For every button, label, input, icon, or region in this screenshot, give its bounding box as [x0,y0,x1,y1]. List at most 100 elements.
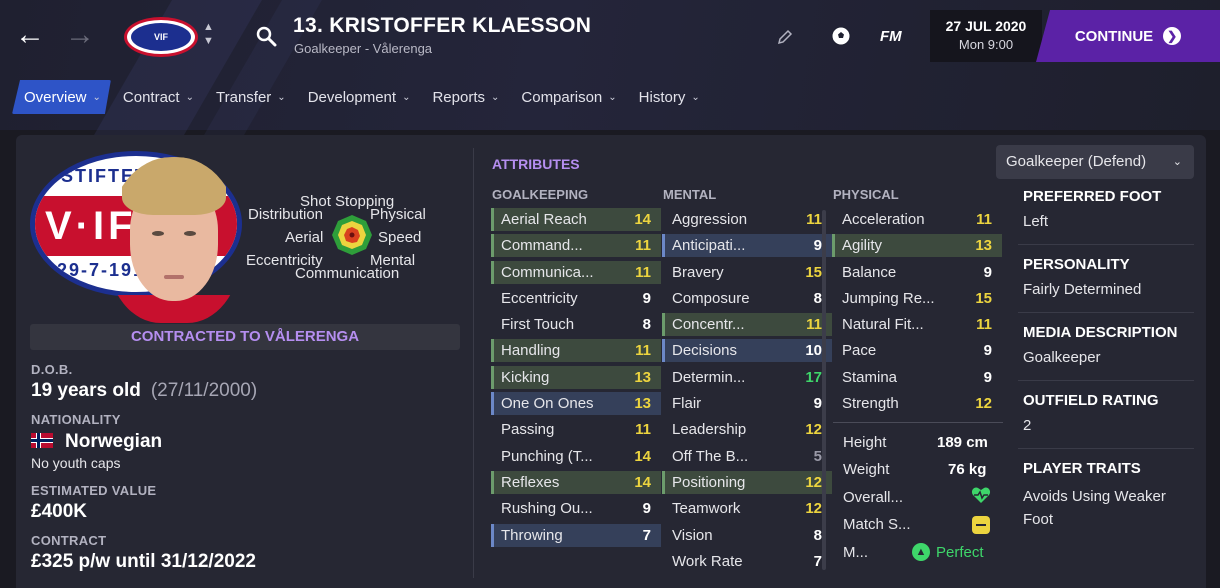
attribute-row[interactable]: Jumping Re... 15 [832,287,1002,310]
attribute-row[interactable]: Acceleration 11 [832,208,1002,231]
height-label: Height [843,434,887,451]
attribute-row[interactable]: Punching (T... 14 [491,445,661,468]
fm-logo[interactable]: FM [880,28,902,45]
role-dropdown[interactable]: Goalkeeper (Defend) ⌄ [996,145,1194,179]
chevron-down-icon: ⌄ [92,91,101,103]
attribute-row[interactable]: Balance 9 [832,261,1002,284]
attribute-row[interactable]: Throwing 7 [491,523,661,547]
attribute-row[interactable]: Rushing Ou... 9 [491,497,661,520]
attribute-row[interactable]: Positioning 12 [662,470,832,494]
attribute-row[interactable]: Handling 11 [491,339,661,363]
attribute-row[interactable]: Natural Fit... 11 [832,313,1002,336]
attribute-name: Balance [842,263,897,281]
tab-transfer[interactable]: Transfer ⌄ [204,80,296,114]
face-mouth [164,275,184,279]
tab-label: Transfer [216,88,272,106]
attribute-row[interactable]: One On Ones 13 [491,392,661,416]
attribute-name: Acceleration [842,211,925,228]
heart-pulse-icon[interactable] [971,486,991,504]
attribute-row[interactable]: Kicking 13 [491,365,661,389]
weight-label: Weight [843,461,890,478]
face-hair [122,157,226,215]
attribute-row[interactable]: Composure 8 [662,287,832,310]
attribute-row[interactable]: Vision 8 [662,524,832,547]
personality-label: PERSONALITY [1023,256,1130,273]
club-switch-chevron-icon[interactable]: ▲ ▼ [203,20,214,48]
attribute-row[interactable]: Pace 9 [832,339,1002,362]
attribute-row[interactable]: Anticipati... 9 [662,234,832,258]
attribute-name: Aggression [672,211,748,228]
attribute-row[interactable]: First Touch 8 [491,313,661,336]
attribute-name: Kicking [501,368,550,386]
attribute-row[interactable]: Aerial Reach 14 [491,208,661,231]
attribute-name: Anticipati... [672,237,746,255]
tab-development[interactable]: Development ⌄ [296,80,421,114]
tab-label: Comparison [521,88,603,106]
preferred-foot-label: PREFERRED FOOT [1023,188,1162,205]
contract-value: £325 p/w until 31/12/2022 [31,551,256,572]
attribute-value: 10 [805,342,822,360]
attribute-row[interactable]: Bravery 15 [662,261,832,284]
player-face [108,157,240,323]
football-icon[interactable] [830,25,852,47]
attribute-row[interactable]: Work Rate 7 [662,550,832,573]
attribute-name: Vision [672,526,713,544]
attribute-row[interactable]: Leadership 12 [662,418,832,441]
attribute-row[interactable]: Eccentricity 9 [491,287,661,310]
attribute-radar-chart[interactable] [331,214,373,256]
nationality-text: Norwegian [65,431,163,452]
attribute-value: 12 [805,421,822,439]
attribute-name: First Touch [501,316,575,334]
radar-label-communication: Communication [295,265,400,282]
attribute-row[interactable]: Determin... 17 [662,366,832,389]
nationality-value[interactable]: Norwegian [31,431,162,453]
tab-overview[interactable]: Overview ⌄ [12,80,111,114]
chevron-down-icon: ⌄ [1172,156,1182,168]
physical-column-bar [822,210,826,570]
back-arrow-icon[interactable]: ← [14,20,46,52]
attribute-row[interactable]: Passing 11 [491,418,661,441]
attribute-row[interactable]: Teamwork 12 [662,497,832,520]
continue-button[interactable]: CONTINUE ❯ [1036,10,1220,62]
pencil-icon[interactable] [776,28,794,46]
attribute-row[interactable]: Strength 12 [832,392,1002,415]
attribute-row[interactable]: Communica... 11 [491,260,661,284]
forward-arrow-icon[interactable]: → [64,20,96,52]
attribute-row[interactable]: Off The B... 5 [662,445,832,468]
club-logo-text: VIF [131,23,191,51]
tab-contract[interactable]: Contract ⌄ [111,80,204,114]
attribute-row[interactable]: Agility 13 [832,234,1002,258]
arrow-right-circle-icon: ❯ [1163,27,1182,45]
attribute-name: Passing [501,421,555,439]
attribute-row[interactable]: Flair 9 [662,392,832,415]
minus-status-icon[interactable] [972,516,990,534]
attribute-value: 17 [805,368,822,386]
attribute-value: 5 [813,447,822,465]
tab-history[interactable]: History ⌄ [627,80,710,114]
attributes-title: ATTRIBUTES [492,156,580,172]
attribute-row[interactable]: Command... 11 [491,234,661,258]
date-text: 27 JUL 2020 [945,18,1027,34]
attribute-value: 11 [806,316,822,334]
date-display[interactable]: 27 JUL 2020 Mon 9:00 [930,10,1042,62]
attribute-row[interactable]: Concentr... 11 [662,313,832,337]
chevron-down-icon: ⌄ [402,91,411,103]
player-traits-value[interactable]: Avoids Using Weaker Foot [1023,485,1198,531]
attribute-value: 8 [813,289,822,307]
weight-value: 76 kg [948,461,987,478]
radar-label-aerial: Aerial [285,229,324,246]
attribute-name: Teamwork [672,500,741,518]
role-text: Goalkeeper (Defend) [1006,153,1147,170]
attribute-name: Handling [501,342,561,360]
attribute-value: 11 [635,342,651,360]
attribute-row[interactable]: Stamina 9 [832,366,1002,389]
search-icon[interactable] [255,25,277,47]
morale-value[interactable]: Perfect [936,544,984,561]
tab-comparison[interactable]: Comparison ⌄ [509,80,626,114]
attribute-row[interactable]: Aggression 11 [662,208,832,231]
club-logo[interactable]: VIF [124,17,198,57]
attribute-row[interactable]: Reflexes 14 [491,470,661,494]
attribute-row[interactable]: Decisions 10 [662,339,832,363]
tab-reports[interactable]: Reports ⌄ [420,80,509,114]
attribute-name: Positioning [672,473,746,491]
